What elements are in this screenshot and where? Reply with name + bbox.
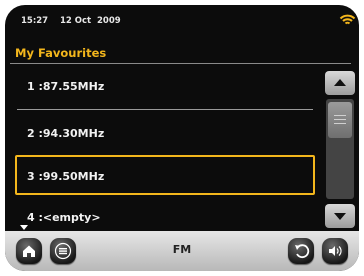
more-below-indicator-icon xyxy=(20,225,28,230)
scroll-down-button[interactable] xyxy=(325,204,355,228)
grip-line xyxy=(334,119,346,120)
clock-year: 2009 xyxy=(97,16,121,26)
favourite-label: 1 :87.55MHz xyxy=(27,80,105,93)
favourite-item-2[interactable]: 2 :94.30MHz xyxy=(15,114,315,154)
grip-line xyxy=(334,115,346,116)
scroll-up-button[interactable] xyxy=(325,71,355,95)
scrollbar-thumb[interactable] xyxy=(328,102,352,138)
favourite-item-1[interactable]: 1 :87.55MHz xyxy=(15,67,315,107)
favourite-item-3[interactable]: 3 :99.50MHz xyxy=(15,155,315,195)
page-title: My Favourites xyxy=(15,46,107,60)
radio-screen: 15:27 12 Oct 2009 My Favourites 1 :87.55… xyxy=(5,5,359,271)
clock-time: 15:27 xyxy=(21,16,49,26)
volume-button[interactable] xyxy=(322,238,348,264)
grip-line xyxy=(334,123,346,124)
clock-date: 12 Oct xyxy=(60,16,92,26)
favourite-label: 2 :94.30MHz xyxy=(27,127,105,140)
status-bar: 15:27 12 Oct 2009 xyxy=(5,5,359,35)
bottom-toolbar: FM xyxy=(5,231,359,271)
favourite-label: 3 :99.50MHz xyxy=(27,170,105,183)
back-icon xyxy=(295,244,310,259)
favourites-list: 1 :87.55MHz 2 :94.30MHz 3 :99.50MHz 4 :<… xyxy=(15,65,320,229)
back-button[interactable] xyxy=(288,238,314,264)
divider xyxy=(17,109,313,110)
divider xyxy=(10,63,351,64)
volume-icon xyxy=(329,246,342,256)
wifi-signal-icon xyxy=(339,14,356,25)
